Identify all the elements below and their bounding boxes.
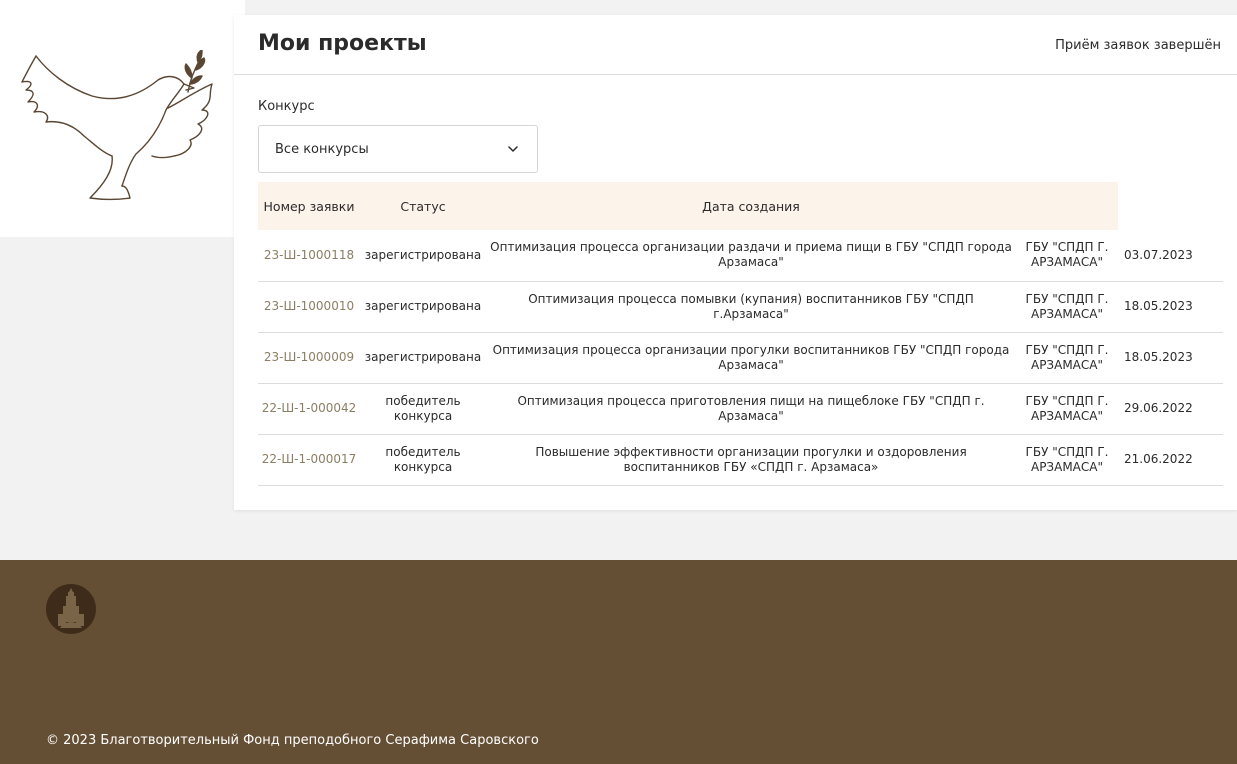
table-header-row: Номер заявки Статус Дата создания bbox=[258, 182, 1223, 230]
application-number-link[interactable]: 22-Ш-1-000017 bbox=[258, 434, 360, 486]
contest-select[interactable]: Все конкурсы bbox=[258, 125, 538, 173]
logo-panel bbox=[0, 0, 245, 237]
project-title: Оптимизация процесса организации прогулк… bbox=[486, 332, 1016, 384]
project-title: Оптимизация процесса организации раздачи… bbox=[486, 230, 1016, 282]
projects-table: Номер заявки Статус Дата создания 23-Ш-1… bbox=[258, 182, 1223, 486]
table-row[interactable]: 23-Ш-1000118 зарегистрирована Оптимизаци… bbox=[258, 230, 1223, 282]
copyright-text: © 2023 Благотворительный Фонд преподобно… bbox=[46, 733, 539, 748]
column-header-org bbox=[1016, 182, 1118, 230]
application-status: победитель конкурса bbox=[360, 383, 486, 435]
applications-status: Приём заявок завершён bbox=[1055, 38, 1221, 53]
projects-card: Мои проекты Приём заявок завершён Конкур… bbox=[234, 15, 1237, 510]
table-row[interactable]: 23-Ш-1000009 зарегистрирована Оптимизаци… bbox=[258, 332, 1223, 384]
application-number-link[interactable]: 23-Ш-1000010 bbox=[258, 281, 360, 333]
creation-date: 29.06.2022 bbox=[1118, 383, 1223, 435]
creation-date: 21.06.2022 bbox=[1118, 434, 1223, 486]
column-header-status[interactable]: Статус bbox=[360, 182, 486, 230]
project-title: Оптимизация процесса помывки (купания) в… bbox=[486, 281, 1016, 333]
column-header-date[interactable]: Дата создания bbox=[486, 182, 1016, 230]
creation-date: 03.07.2023 bbox=[1118, 230, 1223, 282]
chevron-down-icon bbox=[508, 146, 518, 152]
table-row[interactable]: 22-Ш-1-000042 победитель конкурса Оптими… bbox=[258, 383, 1223, 435]
project-title: Повышение эффективности организации прог… bbox=[486, 434, 1016, 486]
footer: © 2023 Благотворительный Фонд преподобно… bbox=[0, 560, 1237, 764]
column-header-blank bbox=[1118, 182, 1223, 230]
card-header: Мои проекты Приём заявок завершён bbox=[234, 15, 1237, 75]
application-status: победитель конкурса bbox=[360, 434, 486, 486]
contest-select-value: Все конкурсы bbox=[275, 142, 369, 157]
application-number-link[interactable]: 23-Ш-1000118 bbox=[258, 230, 360, 282]
application-status: зарегистрирована bbox=[360, 230, 486, 282]
application-number-link[interactable]: 23-Ш-1000009 bbox=[258, 332, 360, 384]
organization-name: ГБУ "СПДП Г. АРЗАМАСА" bbox=[1016, 383, 1118, 435]
organization-name: ГБУ "СПДП Г. АРЗАМАСА" bbox=[1016, 281, 1118, 333]
application-status: зарегистрирована bbox=[360, 332, 486, 384]
dove-logo-icon[interactable] bbox=[18, 50, 218, 205]
creation-date: 18.05.2023 bbox=[1118, 281, 1223, 333]
table-row[interactable]: 23-Ш-1000010 зарегистрирована Оптимизаци… bbox=[258, 281, 1223, 333]
application-status: зарегистрирована bbox=[360, 281, 486, 333]
creation-date: 18.05.2023 bbox=[1118, 332, 1223, 384]
page-title: Мои проекты bbox=[258, 31, 427, 56]
column-header-number[interactable]: Номер заявки bbox=[258, 182, 360, 230]
table-row[interactable]: 22-Ш-1-000017 победитель конкурса Повыше… bbox=[258, 434, 1223, 486]
project-title: Оптимизация процесса приготовления пищи … bbox=[486, 383, 1016, 435]
application-number-link[interactable]: 22-Ш-1-000042 bbox=[258, 383, 360, 435]
page: Мои проекты Приём заявок завершён Конкур… bbox=[0, 0, 1237, 764]
organization-name: ГБУ "СПДП Г. АРЗАМАСА" bbox=[1016, 230, 1118, 282]
organization-name: ГБУ "СПДП Г. АРЗАМАСА" bbox=[1016, 434, 1118, 486]
organization-name: ГБУ "СПДП Г. АРЗАМАСА" bbox=[1016, 332, 1118, 384]
foundation-emblem-icon[interactable] bbox=[46, 584, 96, 634]
contest-filter-label: Конкурс bbox=[258, 99, 315, 114]
